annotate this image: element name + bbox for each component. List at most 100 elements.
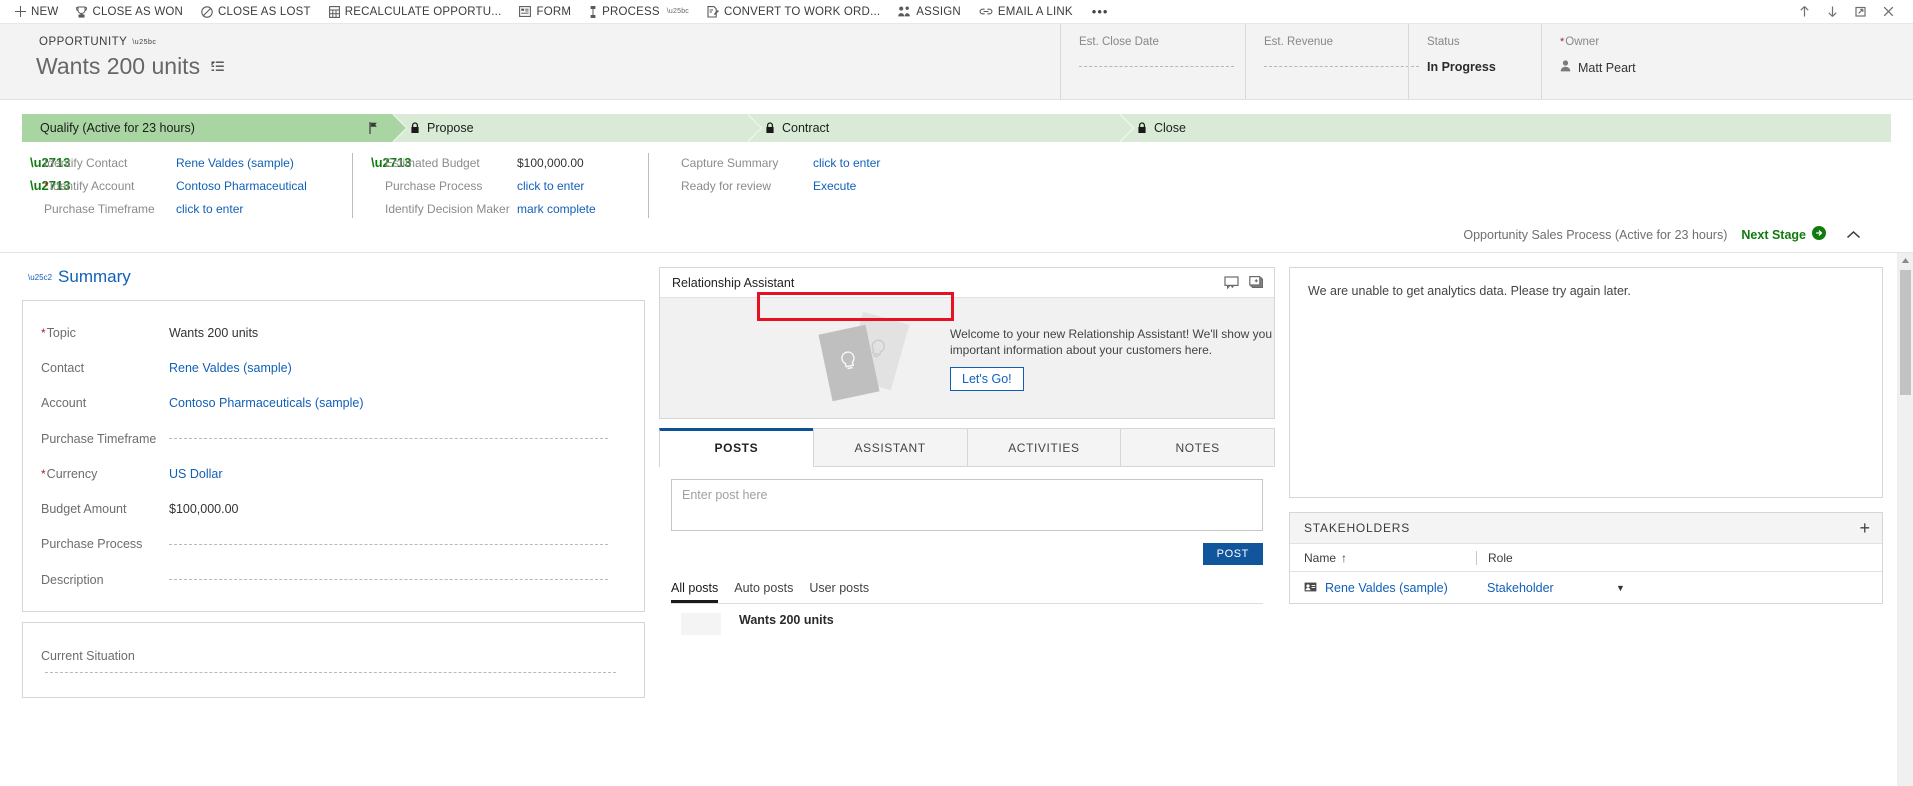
feed-item[interactable]: Wants 200 units (659, 604, 1275, 635)
row-menu-icon[interactable]: ▼ (1616, 583, 1882, 593)
field-row-account[interactable]: Account Contoso Pharmaceuticals (sample) (41, 386, 626, 421)
stage-contract[interactable]: Contract (747, 114, 1134, 142)
command-overflow-button[interactable]: ••• (1082, 4, 1119, 19)
command-process[interactable]: PROCESS \u25bc (580, 0, 698, 24)
page-title: Wants 200 units (32, 53, 1060, 80)
step-identify-contact[interactable]: \u2713 Identify Contact Rene Valdes (sam… (30, 153, 336, 172)
field-value[interactable]: $100,000.00 (169, 502, 239, 516)
popout-icon[interactable] (1847, 1, 1873, 23)
lets-go-button[interactable]: Let's Go! (950, 366, 1024, 391)
tab-notes[interactable]: NOTES (1120, 428, 1275, 466)
step-purchase-process[interactable]: Purchase Process click to enter (371, 176, 632, 195)
owner-link[interactable]: Matt Peart (1578, 61, 1636, 75)
empty-value-dash[interactable] (45, 672, 616, 674)
tab-posts[interactable]: POSTS (659, 428, 814, 467)
field-row-purchase-timeframe[interactable]: Purchase Timeframe (41, 421, 626, 456)
column-header-name[interactable]: Name ↑ (1304, 551, 1476, 565)
record-title-text[interactable]: Wants 200 units (36, 53, 200, 80)
filter-user-posts[interactable]: User posts (809, 581, 869, 603)
step-value[interactable]: Contoso Pharmaceutical (176, 179, 307, 193)
status-badge: In Progress (1427, 60, 1496, 74)
step-value[interactable]: click to enter (517, 179, 584, 193)
required-indicator: * (41, 325, 46, 340)
feedback-icon[interactable] (1224, 276, 1239, 289)
next-stage-button[interactable]: Next Stage (1741, 226, 1826, 243)
summary-card: *Topic Wants 200 units Contact Rene Vald… (22, 300, 645, 613)
stage-propose[interactable]: Propose (392, 114, 762, 142)
stage-qualify[interactable]: Qualify (Active for 23 hours) (22, 114, 407, 142)
add-stakeholder-button[interactable]: + (1859, 519, 1870, 537)
record-body: \u25c2 Summary *Topic Wants 200 units Co… (0, 252, 1913, 786)
command-close-as-lost[interactable]: CLOSE AS LOST (192, 0, 320, 24)
column-header-role[interactable]: Role (1476, 550, 1616, 565)
field-row-budget-amount[interactable]: Budget Amount $100,000.00 (41, 491, 626, 526)
collapse-process-icon[interactable] (1840, 230, 1867, 240)
flyout-menu-icon[interactable] (210, 60, 225, 73)
entity-type-selector[interactable]: OPPORTUNITY \u25bc (32, 33, 163, 51)
step-value[interactable]: $100,000.00 (517, 156, 584, 170)
field-value[interactable]: Rene Valdes (sample) (169, 361, 292, 375)
field-value[interactable] (1079, 60, 1245, 74)
step-ready-for-review[interactable]: Ready for review Execute (667, 176, 932, 195)
summary-section-title: Summary (58, 267, 131, 286)
command-convert-to-work-order[interactable]: CONVERT TO WORK ORD... (698, 0, 889, 24)
step-value[interactable]: mark complete (517, 202, 596, 216)
stakeholder-role-link[interactable]: Stakeholder (1476, 581, 1616, 595)
step-label: Estimated Budget (385, 155, 480, 170)
field-row-topic[interactable]: *Topic Wants 200 units (41, 315, 626, 350)
business-process-flow: Qualify (Active for 23 hours) Propose Co… (0, 100, 1913, 321)
step-identify-decision-maker[interactable]: Identify Decision Maker mark complete (371, 199, 632, 218)
stage-close[interactable]: Close (1119, 114, 1891, 142)
field-value[interactable]: Wants 200 units (169, 326, 258, 340)
step-value-execute[interactable]: Execute (813, 179, 856, 193)
owner-row: Matt Peart (1560, 60, 1913, 75)
command-close-as-won[interactable]: CLOSE AS WON (67, 0, 192, 24)
check-icon: \u2713 (30, 178, 71, 193)
filter-auto-posts[interactable]: Auto posts (734, 581, 793, 603)
step-capture-summary[interactable]: Capture Summary click to enter (667, 153, 932, 172)
step-label: Ready for review (681, 178, 772, 193)
command-label: EMAIL A LINK (997, 5, 1073, 18)
field-row-contact[interactable]: Contact Rene Valdes (sample) (41, 350, 626, 385)
close-icon[interactable] (1875, 1, 1901, 23)
summary-section-header[interactable]: \u25c2 Summary (22, 267, 645, 287)
command-recalculate-opportunity[interactable]: RECALCULATE OPPORTU... (320, 0, 511, 24)
field-value[interactable]: US Dollar (169, 467, 223, 481)
main-scrollbar[interactable] (1897, 253, 1913, 786)
down-arrow-icon[interactable] (1819, 1, 1845, 23)
cards-stack-icon[interactable] (1249, 276, 1264, 289)
field-row-description[interactable]: Description (41, 562, 626, 597)
check-icon: \u2713 (371, 155, 412, 170)
step-value[interactable]: click to enter (813, 156, 880, 170)
command-new[interactable]: NEW (6, 0, 67, 24)
scroll-up-arrow[interactable] (1898, 253, 1913, 268)
step-value[interactable]: Rene Valdes (sample) (176, 156, 294, 170)
field-row-purchase-process[interactable]: Purchase Process (41, 527, 626, 562)
up-arrow-icon[interactable] (1791, 1, 1817, 23)
tab-assistant[interactable]: ASSISTANT (812, 428, 968, 466)
step-purchase-timeframe[interactable]: Purchase Timeframe click to enter (30, 199, 336, 218)
tab-activities[interactable]: ACTIVITIES (966, 428, 1122, 466)
arrow-right-circle-icon (1812, 226, 1826, 243)
post-button[interactable]: POST (1202, 543, 1263, 565)
table-row[interactable]: Rene Valdes (sample) Stakeholder ▼ (1290, 572, 1882, 603)
lock-icon (410, 122, 420, 134)
command-form[interactable]: FORM (510, 0, 580, 24)
field-row-currency[interactable]: *Currency US Dollar (41, 456, 626, 491)
current-situation-card: Current Situation (22, 622, 645, 699)
scrollbar-thumb[interactable] (1900, 270, 1911, 395)
stakeholder-name-cell[interactable]: Rene Valdes (sample) (1304, 581, 1476, 595)
field-label: *Currency (41, 467, 169, 481)
command-email-a-link[interactable]: EMAIL A LINK (970, 0, 1082, 24)
step-estimated-budget[interactable]: \u2713 Estimated Budget $100,000.00 (371, 153, 632, 172)
post-input[interactable]: Enter post here (671, 479, 1263, 531)
stakeholder-name-link[interactable]: Rene Valdes (sample) (1325, 581, 1448, 595)
step-value[interactable]: click to enter (176, 202, 243, 216)
filter-all-posts[interactable]: All posts (671, 581, 719, 603)
link-icon (979, 7, 993, 16)
field-label-text: Owner (1565, 36, 1600, 48)
step-identify-account[interactable]: \u2713 *Identify Account Contoso Pharmac… (30, 176, 336, 195)
field-value[interactable]: Contoso Pharmaceuticals (sample) (169, 396, 364, 410)
command-assign[interactable]: ASSIGN (889, 0, 970, 24)
field-value[interactable] (1264, 60, 1419, 74)
